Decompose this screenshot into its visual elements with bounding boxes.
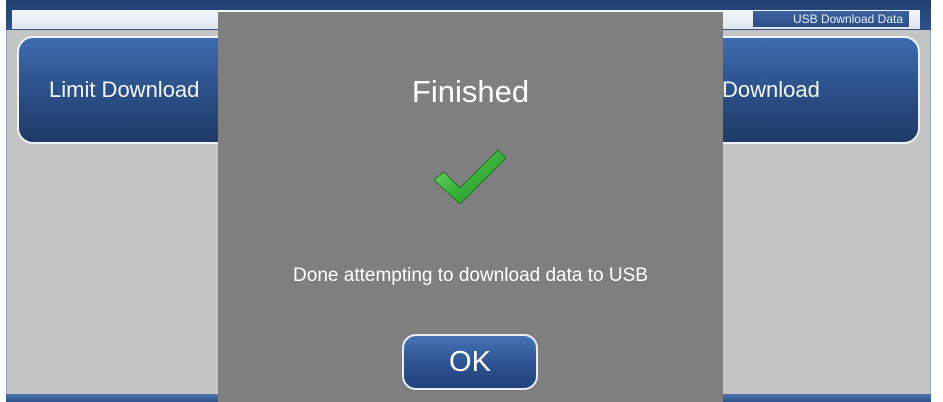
screen: USB Download Data Limit Download Downloa… — [0, 0, 943, 402]
ok-button[interactable]: OK — [402, 334, 538, 390]
finished-dialog: Finished Done attempting to download dat… — [218, 12, 723, 402]
screen-title: USB Download Data — [752, 11, 909, 27]
dialog-title: Finished — [411, 74, 530, 109]
ok-label: OK — [449, 345, 491, 378]
dialog-message: Done attempting to download data to USB — [293, 265, 648, 286]
limit-download-label: Limit Download — [49, 77, 200, 102]
download-label: Download — [722, 77, 820, 102]
checkmark-icon — [433, 149, 507, 205]
